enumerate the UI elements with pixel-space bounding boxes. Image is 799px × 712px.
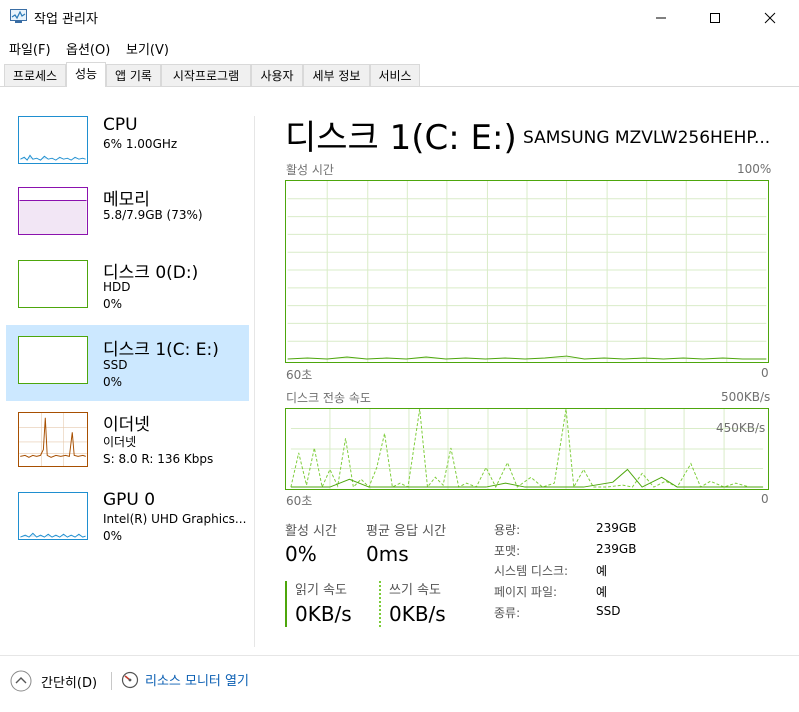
prop-val-format: 239GB xyxy=(596,542,637,556)
menu-view[interactable]: 보기(V) xyxy=(126,39,169,58)
read-speed-label: 읽기 속도 xyxy=(295,583,347,598)
task-manager-icon xyxy=(10,9,27,23)
fewer-details-label: 간단히(D) xyxy=(41,675,98,691)
menu-file[interactable]: 파일(F) xyxy=(9,39,51,58)
sidebar-ethernet-sub2: S: 8.0 R: 136 Kbps xyxy=(103,452,214,466)
footer-divider xyxy=(111,672,112,690)
write-speed-marker xyxy=(379,581,381,627)
maximize-button[interactable] xyxy=(692,0,738,36)
prop-val-page-file: 예 xyxy=(596,585,608,599)
sidebar-disk0-sub2: 0% xyxy=(103,297,123,311)
prop-key-type: 종류: xyxy=(494,606,521,620)
tab-users[interactable]: 사용자 xyxy=(251,64,303,86)
sidebar-disk1-sub2: 0% xyxy=(103,375,123,389)
ethernet-thumbnail xyxy=(18,412,88,467)
sidebar-item-disk0[interactable]: 디스크 0(D:) HDD 0% xyxy=(6,252,249,328)
sidebar-memory-sub: 5.8/7.9GB (73%) xyxy=(103,208,203,222)
prop-val-system-disk: 예 xyxy=(596,564,608,578)
cpu-thumbnail xyxy=(18,116,88,164)
sidebar-cpu-sub: 6% 1.00GHz xyxy=(103,137,178,151)
read-speed-value: 0KB/s xyxy=(295,602,352,626)
resource-monitor-link[interactable]: 리소스 모니터 열기 xyxy=(121,670,249,689)
tab-app-history[interactable]: 앱 기록 xyxy=(106,64,161,86)
sidebar-divider xyxy=(254,116,255,647)
tab-services[interactable]: 서비스 xyxy=(370,64,420,86)
gpu-thumbnail xyxy=(18,492,88,540)
prop-key-system-disk: 시스템 디스크: xyxy=(494,564,569,578)
avg-response-label: 평균 응답 시간 xyxy=(366,524,447,539)
sidebar-gpu-sub1: Intel(R) UHD Graphics... xyxy=(103,512,247,526)
menu-bar: 파일(F) 옵션(O) 보기(V) xyxy=(0,36,799,60)
prop-val-capacity: 239GB xyxy=(596,521,637,535)
tab-startup[interactable]: 시작프로그램 xyxy=(161,64,251,86)
sidebar-memory-title: 메모리 xyxy=(103,190,150,210)
disk0-thumbnail xyxy=(18,260,88,308)
transfer-rate-graph-right: 0 xyxy=(761,492,769,506)
sidebar-gpu-sub2: 0% xyxy=(103,529,123,543)
resource-monitor-label: 리소스 모니터 열기 xyxy=(145,674,249,689)
sidebar-item-cpu[interactable]: CPU 6% 1.00GHz xyxy=(6,108,249,184)
write-speed-value: 0KB/s xyxy=(389,602,446,626)
footer: 간단히(D) 리소스 모니터 열기 xyxy=(0,655,799,712)
fewer-details-button[interactable]: 간단히(D) xyxy=(10,670,97,692)
prop-key-format: 포맷: xyxy=(494,544,521,558)
active-time-label: 활성 시간 xyxy=(285,524,337,539)
sidebar-item-memory[interactable]: 메모리 5.8/7.9GB (73%) xyxy=(6,182,249,258)
disk-title: 디스크 1(C: E:) xyxy=(285,118,517,158)
title-bar: 작업 관리자 xyxy=(0,0,799,36)
transfer-rate-graph-inner: 450KB/s xyxy=(716,421,766,435)
minimize-button[interactable] xyxy=(638,0,684,36)
sidebar-disk1-sub1: SSD xyxy=(103,358,128,372)
window-title: 작업 관리자 xyxy=(34,12,98,27)
disk1-thumbnail xyxy=(18,336,88,384)
sidebar-item-disk1[interactable]: 디스크 1(C: E:) SSD 0% xyxy=(6,325,249,401)
prop-val-type: SSD xyxy=(596,604,621,618)
active-time-graph-left: 60초 xyxy=(286,368,313,382)
prop-key-page-file: 페이지 파일: xyxy=(494,585,558,599)
avg-response-value: 0ms xyxy=(366,542,409,566)
sidebar-cpu-title: CPU xyxy=(103,115,138,135)
close-icon xyxy=(764,12,776,24)
active-time-value: 0% xyxy=(285,542,317,566)
transfer-rate-graph xyxy=(285,408,769,490)
sidebar-disk0-sub1: HDD xyxy=(103,280,131,294)
tab-performance[interactable]: 성능 xyxy=(66,62,106,87)
minimize-icon xyxy=(656,17,666,19)
disk-model: SAMSUNG MZVLW256HEHP... xyxy=(523,128,771,148)
sidebar-gpu-title: GPU 0 xyxy=(103,490,156,510)
sidebar-ethernet-title: 이더넷 xyxy=(103,415,150,435)
transfer-rate-graph-left: 60초 xyxy=(286,494,313,508)
sidebar-item-gpu[interactable]: GPU 0 Intel(R) UHD Graphics... 0% xyxy=(6,482,249,558)
transfer-rate-graph-label: 디스크 전송 속도 xyxy=(286,391,371,405)
active-time-graph-label: 활성 시간 xyxy=(286,163,334,177)
transfer-rate-graph-max: 500KB/s xyxy=(721,390,771,404)
prop-key-capacity: 용량: xyxy=(494,523,521,537)
chevron-up-icon xyxy=(10,670,32,692)
active-time-graph-max: 100% xyxy=(737,162,772,176)
sidebar-item-ethernet[interactable]: 이더넷 이더넷 S: 8.0 R: 136 Kbps xyxy=(6,406,249,482)
tab-bar: 프로세스 성능 앱 기록 시작프로그램 사용자 세부 정보 서비스 xyxy=(0,62,799,87)
maximize-icon xyxy=(710,13,720,23)
active-time-graph xyxy=(285,180,769,363)
tab-details[interactable]: 세부 정보 xyxy=(303,64,370,86)
memory-thumbnail xyxy=(18,187,88,235)
menu-options[interactable]: 옵션(O) xyxy=(66,39,110,58)
resource-monitor-icon xyxy=(121,671,139,688)
tab-processes[interactable]: 프로세스 xyxy=(4,64,66,86)
sidebar-ethernet-sub1: 이더넷 xyxy=(103,435,137,449)
close-button[interactable] xyxy=(747,0,793,36)
sidebar-disk1-title: 디스크 1(C: E:) xyxy=(103,340,219,360)
read-speed-marker xyxy=(285,581,287,627)
active-time-graph-right: 0 xyxy=(761,366,769,380)
write-speed-label: 쓰기 속도 xyxy=(389,583,441,598)
